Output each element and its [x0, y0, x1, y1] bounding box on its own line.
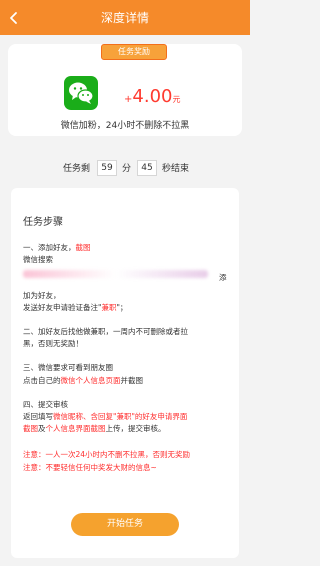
step1-heading-text: 一、添加好友，	[23, 243, 76, 252]
blurred-wechat-id	[23, 270, 208, 278]
step1-add-label: 添	[219, 273, 227, 282]
step3-line2: 点击自己的微信个人信息页面并截图	[23, 375, 143, 386]
page-title: 深度详情	[100, 11, 149, 25]
step1-search: 微信搜索	[23, 255, 53, 264]
step4-text-b: 及	[38, 424, 46, 433]
note-two: 注意：不要轻信任何中奖发大财的信息~	[23, 463, 157, 472]
step1-add-friend: 加为好友，	[23, 291, 61, 300]
note-one: 注意：一人一次24小时内不删不拉黑，否则无奖励	[23, 450, 191, 459]
reward-amount: +4.00元	[124, 86, 180, 107]
step4-highlight-b: 微信昵称、含回复"兼职"的好友申请界面	[53, 412, 188, 421]
step1-request-note: 发送好友申请验证备注"兼职"；	[23, 302, 127, 313]
countdown-timer: 任务剩 59 分 45 秒结束	[0, 160, 250, 176]
timer-minutes: 59	[97, 160, 117, 176]
header-bar: 深度详情	[0, 0, 250, 35]
amount-unit: 元	[172, 95, 181, 104]
timer-suffix: 秒结束	[162, 164, 190, 174]
wechat-icon	[64, 76, 98, 110]
step3-text-a: 点击自己的	[23, 376, 61, 385]
step3-line1: 三、微信要求可看到朋友圈	[23, 363, 113, 372]
step4-line2: 返回填写微信昵称、含回复"兼职"的好友申请界面	[23, 411, 187, 422]
step4-text-d: 上传，提交审核。	[105, 424, 166, 433]
step4-highlight-a: 截图	[23, 424, 38, 433]
reward-badge: 任务奖励	[101, 44, 167, 60]
step3-text-c: 并截图	[120, 376, 144, 385]
step4-line3: 截图及个人信息界面截图上传，提交审核。	[23, 423, 166, 434]
step2-line1: 二、加好友后找他做兼职，一周内不可删除或者拉	[23, 327, 188, 336]
step4-highlight-c: 个人信息界面截图	[45, 424, 106, 433]
step1-screenshot-label: 截图	[75, 243, 91, 252]
step1-note-c: "；	[116, 303, 128, 312]
start-task-button[interactable]: 开始任务	[71, 513, 179, 536]
step4-text-a: 返回填写	[23, 412, 53, 421]
step4-line1: 四、提交审核	[23, 400, 68, 409]
timer-minute-label: 分	[122, 164, 132, 174]
task-description: 微信加粉，24小时不删除不拉黑	[60, 121, 190, 131]
step1-note-keyword: 兼职	[101, 303, 117, 312]
step1-note-a: 发送好友申请验证备注"	[23, 303, 102, 312]
timer-prefix: 任务剩	[63, 164, 91, 174]
step3-highlight: 微信个人信息页面	[60, 376, 121, 385]
steps-title: 任务步骤	[23, 217, 63, 228]
amount-value: 4.00	[132, 86, 173, 107]
timer-seconds: 45	[137, 160, 157, 176]
step1-heading: 一、添加好友，截图	[23, 242, 91, 253]
step2-line2: 黑，否则无奖励！	[23, 339, 83, 348]
